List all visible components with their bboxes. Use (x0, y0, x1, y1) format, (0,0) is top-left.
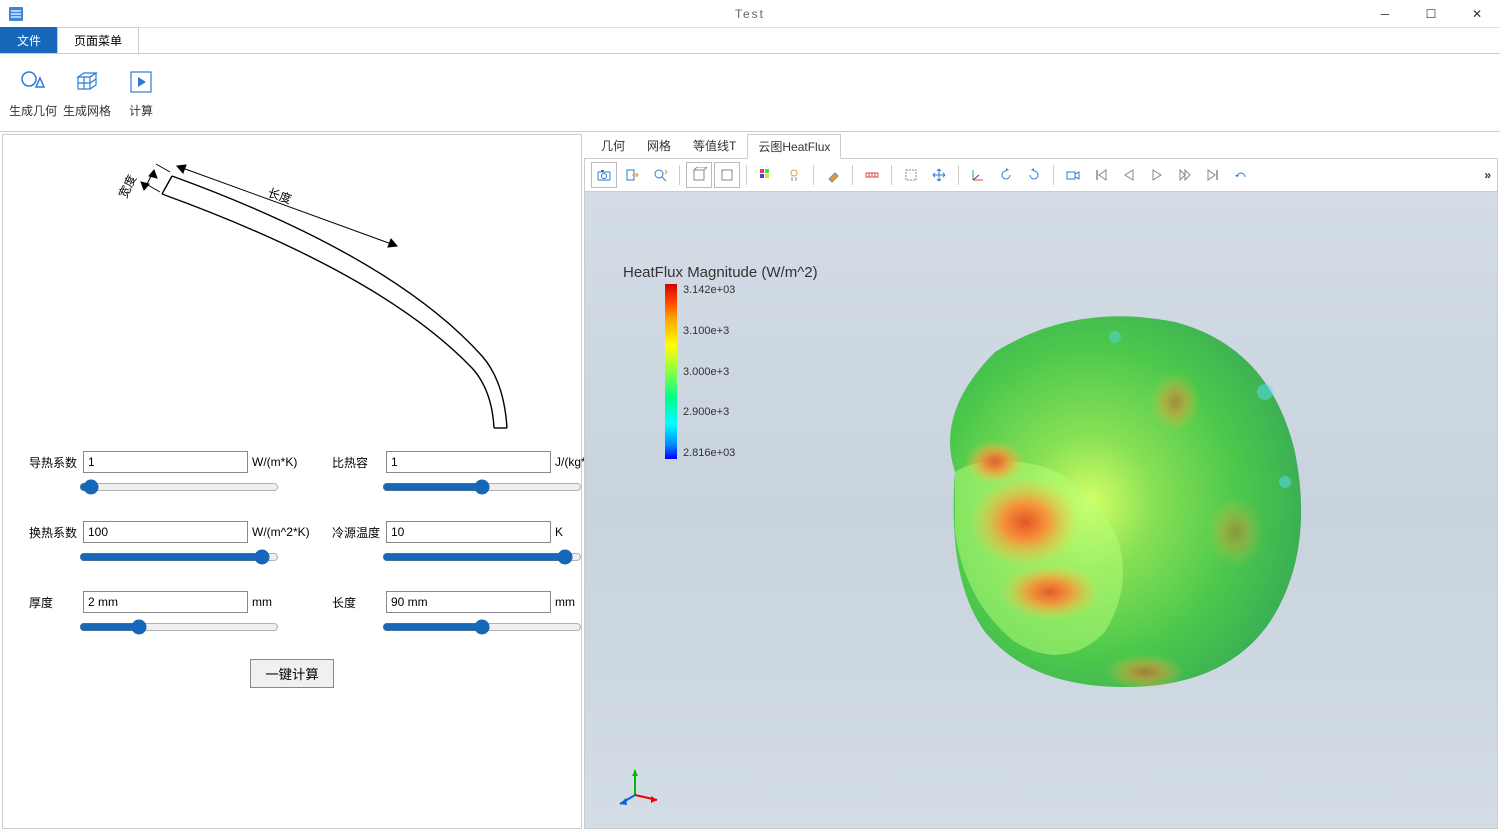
length-label: 长度 (332, 594, 382, 611)
calculate-label: 计算 (129, 102, 153, 119)
cold-source-temp-label: 冷源温度 (332, 524, 382, 541)
viz-canvas[interactable]: HeatFlux Magnitude (W/m^2) 3.142e+03 3.1… (584, 192, 1498, 829)
axes-icon[interactable] (965, 162, 991, 188)
orientation-triad-icon (615, 760, 665, 810)
go-last-icon[interactable] (1200, 162, 1226, 188)
loop-icon[interactable] (1228, 162, 1254, 188)
view-front-icon[interactable] (686, 162, 712, 188)
thickness-label: 厚度 (29, 594, 79, 611)
colorbar-gradient (665, 284, 677, 459)
mesh-icon (71, 66, 103, 98)
export-icon[interactable] (619, 162, 645, 188)
thickness-slider[interactable] (79, 619, 279, 635)
colorbar-tick: 3.000e+3 (683, 366, 735, 378)
viz-tab-contour-t[interactable]: 等值线T (682, 133, 747, 158)
toolbar-overflow-icon[interactable]: » (1484, 168, 1491, 182)
thermal-conductivity-input[interactable] (83, 451, 248, 473)
select-region-icon[interactable] (898, 162, 924, 188)
lighting-icon[interactable] (781, 162, 807, 188)
param-specific-heat: 比热容 J/(kg*K) (332, 451, 615, 495)
param-cold-source-temp: 冷源温度 K (332, 521, 615, 565)
play-forward-icon[interactable] (1144, 162, 1170, 188)
cold-source-temp-slider[interactable] (382, 549, 582, 565)
colorbar-ticks: 3.142e+03 3.100e+3 3.000e+3 2.900e+3 2.8… (683, 284, 735, 459)
viz-tab-geometry[interactable]: 几何 (590, 133, 636, 158)
thickness-input[interactable] (83, 591, 248, 613)
param-thermal-conductivity: 导热系数 W/(m*K) (29, 451, 312, 495)
go-first-icon[interactable] (1088, 162, 1114, 188)
tab-page-menu[interactable]: 页面菜单 (57, 27, 139, 53)
zoom-reset-icon[interactable] (647, 162, 673, 188)
step-back-icon[interactable] (1116, 162, 1142, 188)
colorbar-tick: 2.816e+03 (683, 447, 735, 459)
menu-tabs: 文件 页面菜单 (0, 28, 1500, 54)
specific-heat-slider[interactable] (382, 479, 582, 495)
pan-icon[interactable] (926, 162, 952, 188)
length-input[interactable] (386, 591, 551, 613)
window-title: Test (0, 7, 1500, 21)
viz-tabs: 几何 网格 等值线T 云图HeatFlux (584, 134, 1498, 158)
specific-heat-input[interactable] (386, 451, 551, 473)
geometry-icon (17, 66, 49, 98)
colorbar-tick: 2.900e+3 (683, 406, 735, 418)
color-legend-icon[interactable] (753, 162, 779, 188)
param-thickness: 厚度 mm (29, 591, 312, 635)
thermal-conductivity-label: 导热系数 (29, 454, 79, 471)
param-heat-transfer: 换热系数 W/(m^2*K) (29, 521, 312, 565)
play-icon (125, 66, 157, 98)
close-button[interactable]: ✕ (1454, 0, 1500, 28)
width-dimension-label: 宽度 (115, 172, 139, 200)
length-slider[interactable] (382, 619, 582, 635)
ribbon: 生成几何 生成网格 计算 (0, 54, 1500, 132)
viz-tab-heatflux[interactable]: 云图HeatFlux (747, 134, 841, 159)
titlebar: Test ─ ☐ ✕ (0, 0, 1500, 28)
length-dimension-label: 长度 (266, 185, 294, 207)
colorbar: 3.142e+03 3.100e+3 3.000e+3 2.900e+3 2.8… (665, 284, 735, 459)
video-icon[interactable] (1060, 162, 1086, 188)
heat-transfer-slider[interactable] (79, 549, 279, 565)
heat-transfer-label: 换热系数 (29, 524, 79, 541)
thermal-conductivity-slider[interactable] (79, 479, 279, 495)
app-icon (6, 4, 26, 24)
step-forward-icon[interactable] (1172, 162, 1198, 188)
maximize-button[interactable]: ☐ (1408, 0, 1454, 28)
view-perspective-icon[interactable] (714, 162, 740, 188)
visualization-panel: 几何 网格 等值线T 云图HeatFlux (584, 134, 1498, 829)
generate-mesh-label: 生成网格 (63, 102, 111, 119)
colorbar-tick: 3.100e+3 (683, 325, 735, 337)
heatflux-3d-model (875, 292, 1305, 692)
clear-icon[interactable] (820, 162, 846, 188)
rotate-right-icon[interactable] (1021, 162, 1047, 188)
one-click-calculate-button[interactable]: 一键计算 (250, 659, 333, 688)
cold-source-temp-input[interactable] (386, 521, 551, 543)
thickness-unit: mm (252, 595, 312, 609)
rotate-left-icon[interactable] (993, 162, 1019, 188)
viz-tab-mesh[interactable]: 网格 (636, 133, 682, 158)
thermal-conductivity-unit: W/(m*K) (252, 455, 312, 469)
calculate-button[interactable]: 计算 (116, 58, 166, 127)
geometry-diagram: 长度 宽度 (9, 141, 575, 451)
tab-file[interactable]: 文件 (0, 27, 58, 53)
colorbar-tick: 3.142e+03 (683, 284, 735, 296)
ruler-icon[interactable] (859, 162, 885, 188)
viz-title: HeatFlux Magnitude (W/m^2) (623, 264, 818, 281)
viz-toolbar: » (584, 158, 1498, 192)
heat-transfer-input[interactable] (83, 521, 248, 543)
parameter-panel: 长度 宽度 导热系数 W/(m*K) (2, 134, 582, 829)
generate-mesh-button[interactable]: 生成网格 (62, 58, 112, 127)
camera-icon[interactable] (591, 162, 617, 188)
minimize-button[interactable]: ─ (1362, 0, 1408, 28)
specific-heat-label: 比热容 (332, 454, 382, 471)
generate-geometry-label: 生成几何 (9, 102, 57, 119)
generate-geometry-button[interactable]: 生成几何 (8, 58, 58, 127)
heat-transfer-unit: W/(m^2*K) (252, 525, 312, 539)
param-length: 长度 mm (332, 591, 615, 635)
